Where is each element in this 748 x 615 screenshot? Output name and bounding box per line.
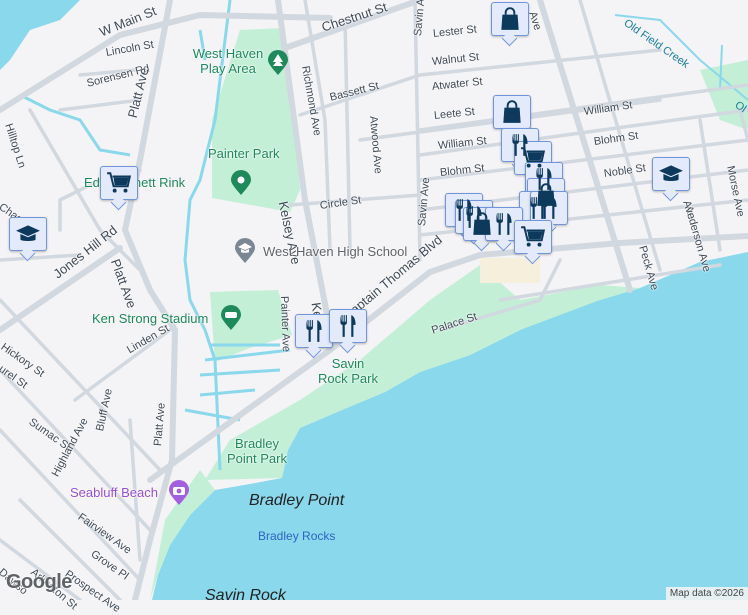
cart-icon	[106, 170, 132, 196]
place-label-bradley-point-park[interactable]: Bradley Point Park	[222, 436, 292, 466]
marker-shopping[interactable]	[493, 95, 531, 129]
school-pin-icon[interactable]	[234, 238, 256, 264]
place-label-bradley-rocks: Bradley Rocks	[258, 529, 336, 543]
place-label-play-area[interactable]: West Haven Play Area	[188, 46, 268, 76]
water-river	[0, 0, 80, 70]
marker-restaurant[interactable]	[295, 314, 333, 348]
graduation-cap-icon	[658, 161, 684, 187]
road-atwood	[343, 18, 352, 252]
place-label-ken-strong[interactable]: Ken Strong Stadium	[92, 311, 208, 326]
place-label-bradley-point: Bradley Point	[249, 492, 345, 509]
map-attribution[interactable]: Map data ©2026	[665, 587, 748, 600]
marker-restaurant[interactable]	[329, 309, 367, 343]
marker-shopping[interactable]	[491, 2, 529, 36]
cart-icon	[520, 224, 546, 250]
place-label-savin-rock: Savin Rock	[205, 587, 286, 604]
google-logo: Google	[6, 571, 72, 593]
park-tree-icon[interactable]	[267, 50, 289, 76]
fork-knife-icon	[491, 211, 517, 237]
marker-grocery[interactable]	[100, 166, 138, 200]
place-label-savin-rock-park[interactable]: Savin Rock Park	[318, 356, 378, 386]
fork-knife-icon	[301, 318, 327, 344]
graduation-cap-icon	[15, 221, 41, 247]
shopping-bag-icon	[499, 99, 525, 125]
fork-knife-icon	[536, 195, 562, 221]
marker-grocery[interactable]	[514, 220, 552, 254]
place-label-seabluff-beach[interactable]: Seabluff Beach	[70, 485, 158, 500]
camera-pin-icon[interactable]	[168, 480, 190, 506]
marker-restaurant[interactable]	[530, 191, 568, 225]
place-label-painter-park[interactable]: Painter Park	[208, 146, 280, 161]
street-label: Painter Ave	[278, 295, 292, 353]
place-name: West Haven Play Area	[192, 46, 264, 76]
marker-school[interactable]	[652, 157, 690, 191]
marker-school[interactable]	[9, 217, 47, 251]
shopping-bag-icon	[497, 6, 523, 32]
fork-knife-icon	[335, 313, 361, 339]
place-label-high-school[interactable]: West Haven High School	[263, 244, 407, 259]
stadium-pin-icon[interactable]	[220, 305, 242, 331]
poi-pin-icon[interactable]	[230, 170, 252, 196]
